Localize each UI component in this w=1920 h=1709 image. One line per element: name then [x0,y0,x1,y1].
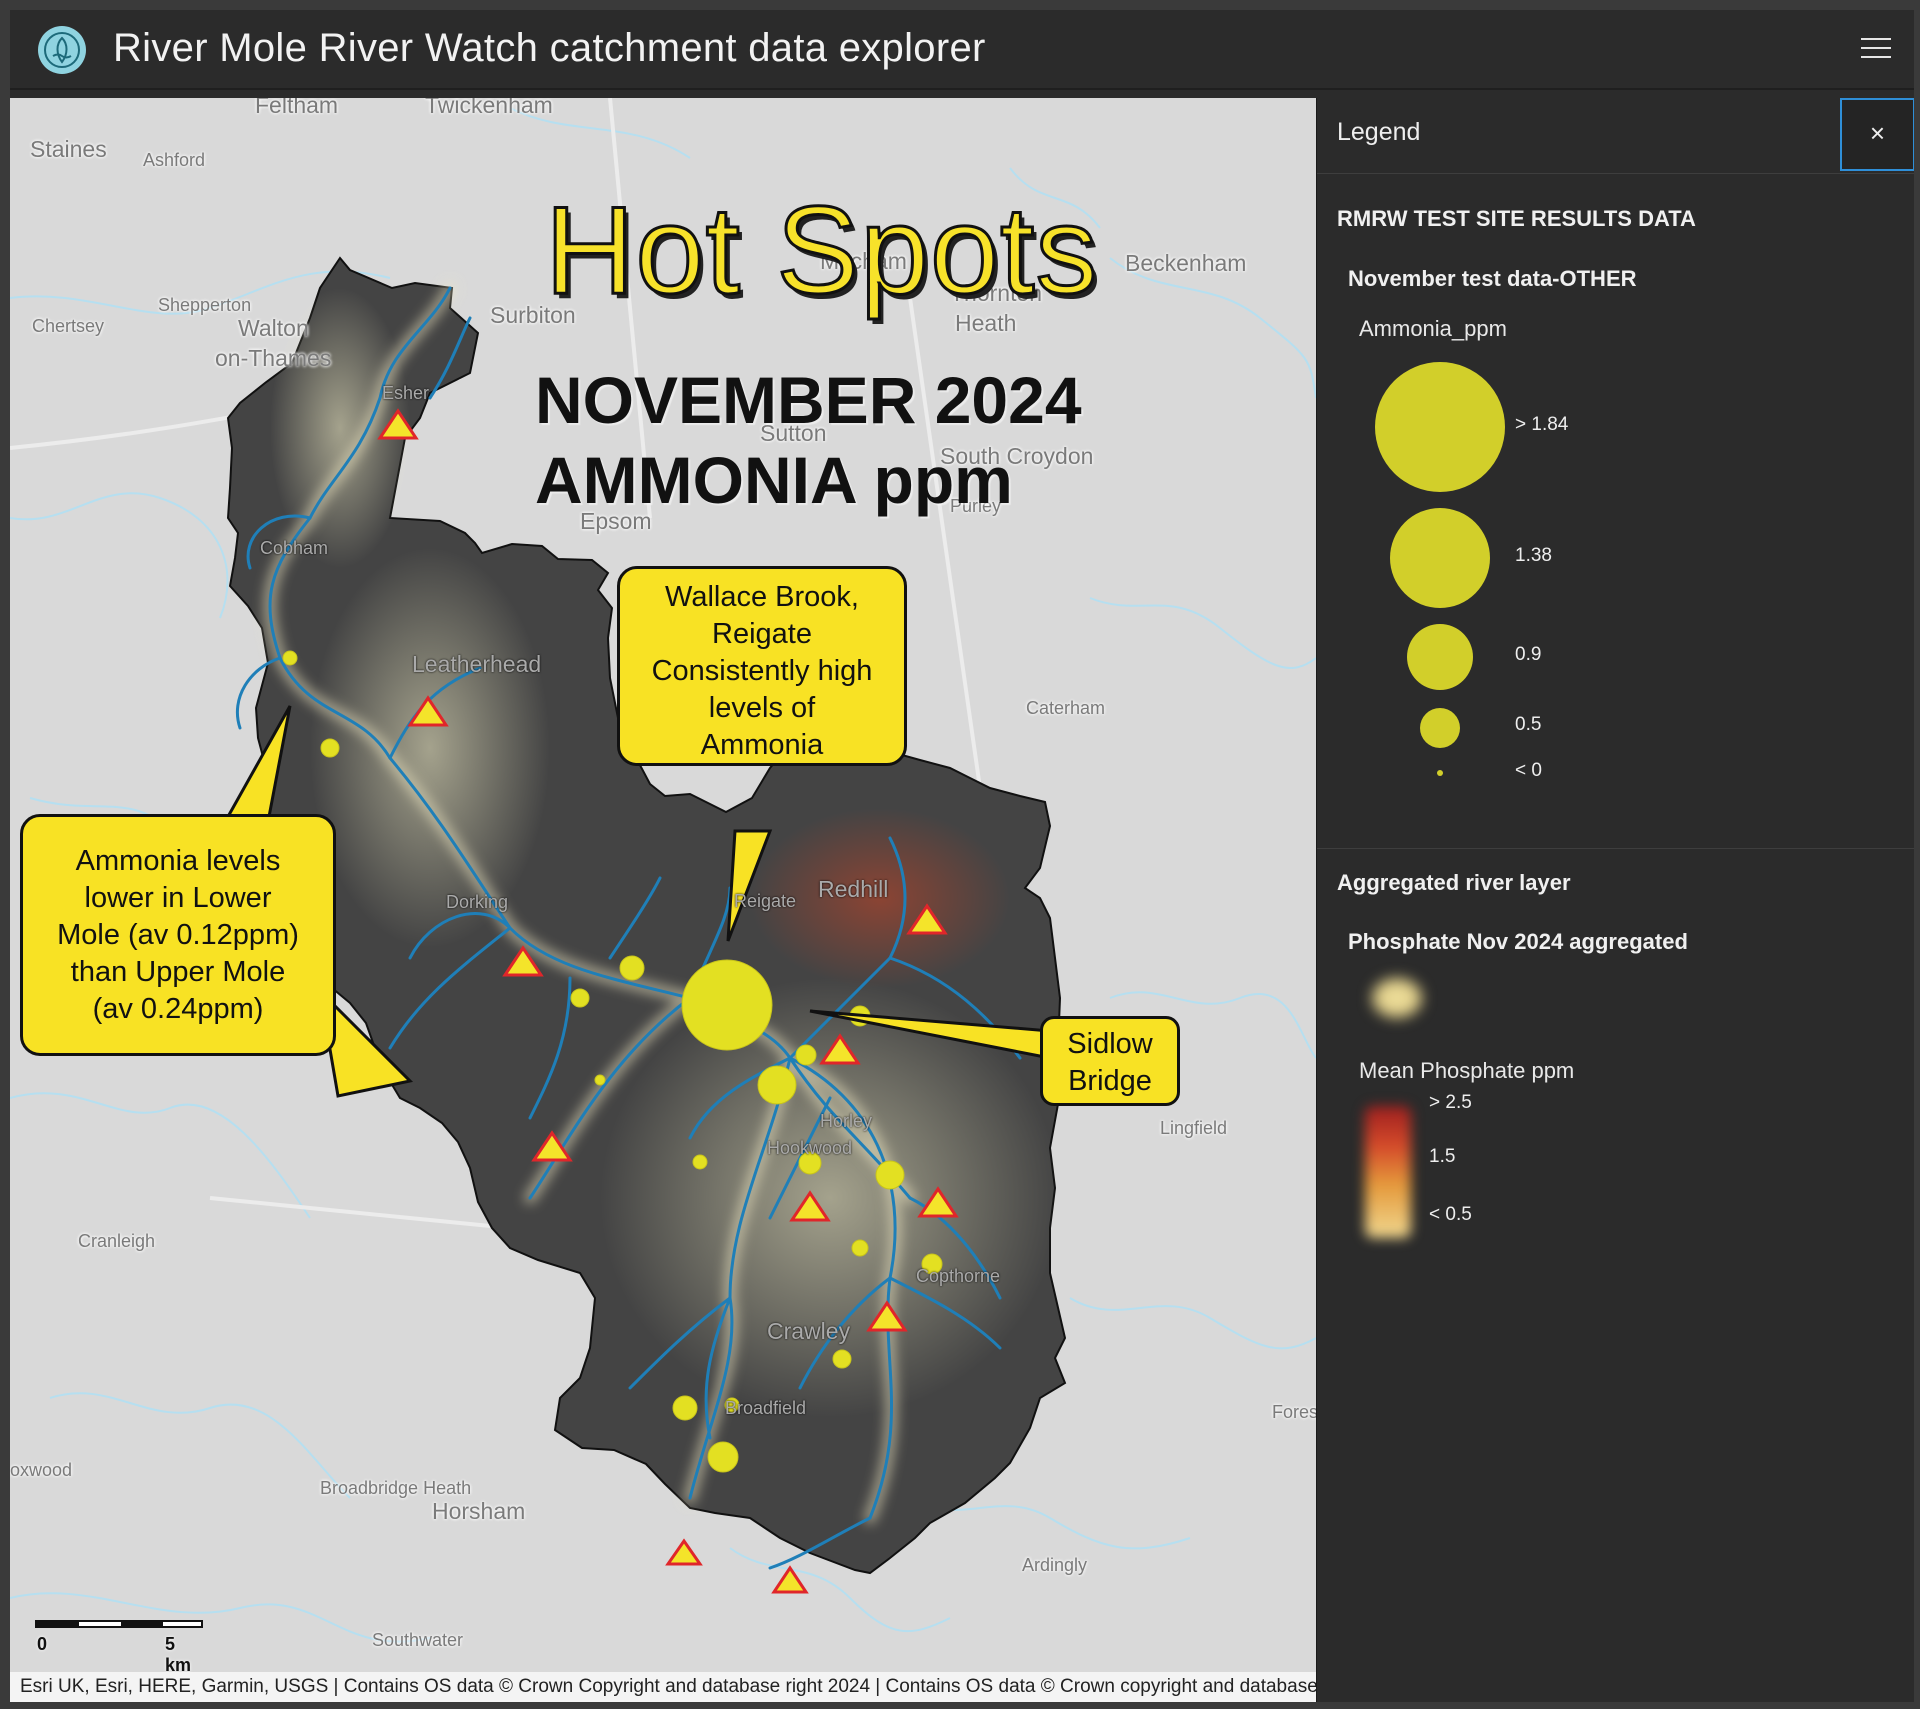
place-cranleigh: Cranleigh [78,1231,156,1251]
place-ashford: Ashford [143,150,206,170]
place-caterham: Caterham [1026,698,1106,718]
place-southwater: Southwater [372,1630,464,1650]
legend-circle-s [1420,708,1460,748]
phosphate-swatch [1372,978,1422,1018]
place-staines: Staines [30,136,107,162]
menu-icon[interactable] [1858,32,1894,64]
app-window: River Mole River Watch catchment data ex… [10,10,1914,1702]
place-walton-2: on-Thames [215,345,332,371]
legend-circle-m [1407,624,1473,690]
callout-line: levels of [708,692,816,724]
place-feltham: Feltham [255,98,339,118]
hot-spots-title: Hot Spots [544,181,1099,322]
callout-line: (av 0.24ppm) [92,993,264,1025]
map-view[interactable]: Staines Ashford Feltham Twickenham Shepp… [10,98,1316,1702]
place-hookwood: Hookwood [767,1138,853,1158]
gradient-label: < 0.5 [1429,1204,1472,1225]
place-cobham: Cobham [260,538,329,558]
place-esher: Esher [382,383,430,403]
place-forest: Fores [1272,1402,1316,1422]
place-broadbridge-heath: Broadbridge Heath [320,1478,472,1498]
place-leatherhead: Leatherhead [412,651,542,677]
place-loxwood: oxwood [10,1460,73,1480]
legend-circle-l [1390,508,1490,608]
legend-class-label: < 0 [1515,760,1542,781]
place-twickenham: Twickenham [425,98,553,118]
place-chertsey: Chertsey [32,316,105,336]
scale-label-zero: 0 [37,1634,48,1654]
place-shepperton: Shepperton [158,295,252,315]
legend-class-label: > 1.84 [1515,414,1569,435]
scale-bar-graphic [35,1620,203,1628]
gradient-label: > 2.5 [1429,1092,1472,1113]
place-beckenham: Beckenham [1125,250,1247,276]
scale-label-five: 5 km [165,1634,192,1675]
legend-title: Legend [1337,118,1421,146]
callout-line: Ammonia [700,729,824,761]
legend-class-label: 0.9 [1515,644,1542,665]
app-title: River Mole River Watch catchment data ex… [113,26,986,70]
place-lingfield: Lingfield [1160,1118,1228,1138]
callout-wallace-brook: Wallace Brook, Reigate Consistently high… [617,566,907,766]
callout-line: Bridge [1068,1065,1152,1097]
legend-divider [1317,848,1914,849]
callout-line: than Upper Mole [70,956,286,988]
app-header: River Mole River Watch catchment data ex… [10,10,1914,90]
callout-line: Mole (av 0.12ppm) [57,919,299,951]
callout-line: Consistently high [651,655,873,687]
map-attribution: Esri UK, Esri, HERE, Garmin, USGS | Cont… [10,1672,1316,1702]
gradient-label: 1.5 [1429,1146,1456,1167]
overlay-subtitle-line1: NOVEMBER 2024 [535,363,1082,437]
place-redhill: Redhill [818,876,889,902]
place-horley: Horley [820,1111,873,1131]
callout-line: Ammonia levels [75,845,281,877]
place-horsham: Horsham [432,1498,526,1524]
legend-section-river-layer: Aggregated river layer [1337,870,1571,895]
legend-circle-xs [1437,770,1443,776]
place-crawley: Crawley [767,1318,851,1344]
legend-section-test-sites: RMRW TEST SITE RESULTS DATA [1337,206,1696,231]
overlay-subtitle-line2: AMMONIA ppm [535,443,1013,517]
legend-panel: Legend × RMRW TEST SITE RESULTS DATA Nov… [1316,98,1914,1702]
place-reigate: Reigate [734,891,797,911]
callout-line: Sidlow [1067,1028,1153,1060]
callout-line: lower in Lower [84,882,272,914]
callout-line: Reigate [712,618,812,650]
callout-line: Wallace Brook, [665,581,859,613]
legend-circle-xl [1375,362,1505,492]
app-logo [38,26,86,74]
legend-layer-november: November test data-OTHER [1348,266,1637,291]
phosphate-gradient-bar [1365,1106,1411,1238]
place-broadfield: Broadfield [725,1398,807,1418]
overlay-subtitle: NOVEMBER 2024 AMMONIA ppm [535,360,1082,520]
place-copthorne: Copthorne [916,1266,1001,1286]
place-dorking: Dorking [446,892,509,912]
callout-sidlow-bridge: Sidlow Bridge [1040,1016,1180,1106]
legend-class-label: 1.38 [1515,545,1552,566]
legend-class-label: 0.5 [1515,714,1542,735]
place-walton: Walton [238,315,309,341]
legend-layer-phosphate: Phosphate Nov 2024 aggregated [1348,929,1688,954]
callout-lower-mole: Ammonia levels lower in Lower Mole (av 0… [20,814,336,1056]
legend-field-ammonia: Ammonia_ppm [1359,316,1507,341]
close-button[interactable]: × [1840,98,1914,171]
legend-header: Legend × [1317,98,1914,174]
place-ardingly: Ardingly [1022,1555,1088,1575]
legend-field-phosphate: Mean Phosphate ppm [1359,1058,1575,1083]
phosphate-heat-mole [310,548,550,948]
